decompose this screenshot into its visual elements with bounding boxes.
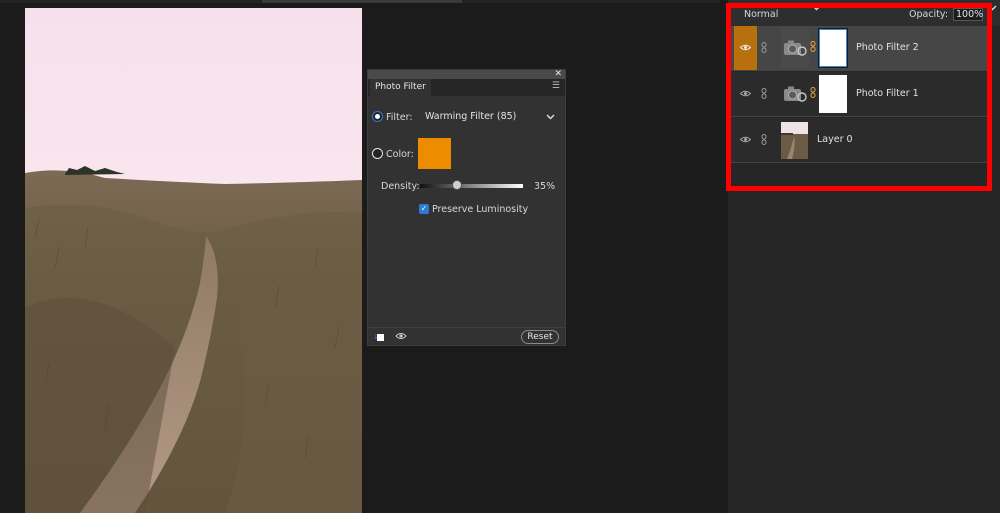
chevron-down-icon <box>546 114 555 120</box>
photo-filter-panel: ✕ Photo Filter ☰ Filter: Warming Filter … <box>367 69 566 346</box>
density-slider-thumb[interactable] <box>452 180 463 190</box>
filter-dropdown[interactable]: Warming Filter (85) <box>425 110 555 124</box>
filter-radio[interactable] <box>372 111 383 122</box>
color-swatch[interactable] <box>418 138 451 169</box>
preserve-luminosity-checkbox[interactable]: ✓ <box>419 204 429 214</box>
top-strip-segment <box>262 0 462 3</box>
highlight-annotation-box <box>726 3 992 191</box>
document-canvas[interactable] <box>25 8 362 513</box>
panel-tab-row: Photo Filter ☰ <box>368 79 565 96</box>
preserve-luminosity-label: Preserve Luminosity <box>432 204 529 215</box>
canvas-photo <box>25 8 362 513</box>
visibility-icon[interactable] <box>395 332 407 340</box>
clip-to-layer-icon[interactable]: ↓ <box>373 333 385 342</box>
color-radio[interactable] <box>372 148 383 159</box>
density-label: Density: <box>381 181 420 192</box>
tab-photo-filter[interactable]: Photo Filter <box>370 79 431 96</box>
editor-window: ✕ Photo Filter ☰ Filter: Warming Filter … <box>0 0 1000 513</box>
reset-button[interactable]: Reset <box>521 330 559 344</box>
panel-footer: ↓ Reset <box>368 327 565 345</box>
density-slider-track[interactable] <box>420 184 523 188</box>
close-icon[interactable]: ✕ <box>554 69 562 79</box>
color-label: Color: <box>386 149 414 160</box>
density-value: 35% <box>534 181 556 192</box>
top-strip <box>0 0 720 3</box>
panel-menu-icon[interactable]: ☰ <box>552 81 560 91</box>
filter-label: Filter: <box>386 112 413 123</box>
panel-titlebar[interactable]: ✕ <box>368 69 565 79</box>
filter-dropdown-value: Warming Filter (85) <box>425 111 517 122</box>
